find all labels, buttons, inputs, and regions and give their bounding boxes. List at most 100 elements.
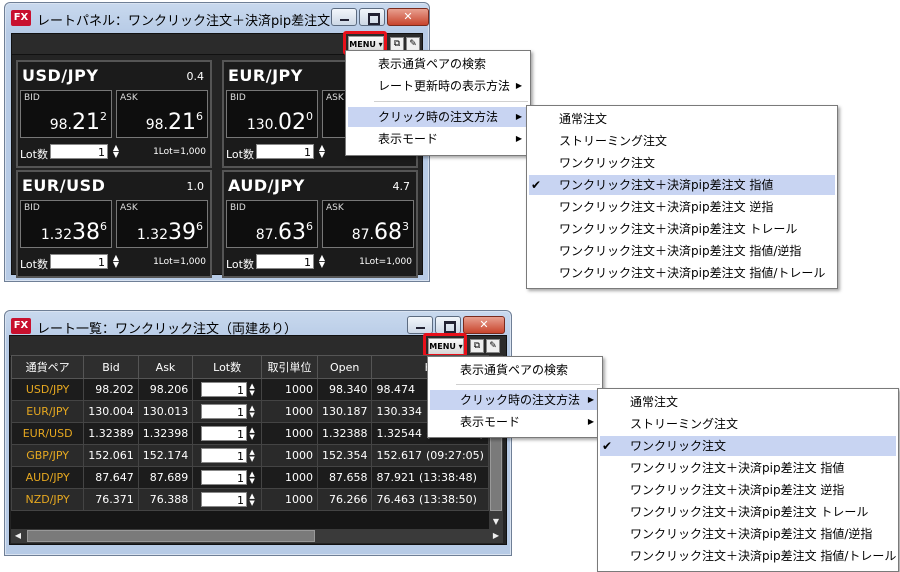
- detach-icon[interactable]: ⧉: [390, 37, 404, 51]
- cell-bid[interactable]: 76.371: [83, 488, 139, 511]
- bid-button[interactable]: BID 87.636: [226, 200, 318, 248]
- submenu-item-3[interactable]: ✔ ワンクリック注文＋決済pip差注文 指値: [529, 175, 835, 195]
- lot-stepper[interactable]: ▲ ▼: [247, 404, 257, 419]
- minimize-button[interactable]: [331, 8, 357, 26]
- bid-button[interactable]: BID 130.020: [226, 90, 318, 138]
- column-header[interactable]: 取引単位: [261, 355, 318, 379]
- ask-button[interactable]: ASK 98.216: [116, 90, 208, 138]
- lot-stepper[interactable]: ▲ ▼: [247, 492, 257, 507]
- scroll-thumb[interactable]: [27, 530, 315, 542]
- lot-input[interactable]: 1: [201, 492, 248, 507]
- maximize-icon: [368, 13, 380, 25]
- submenu-item-0[interactable]: 通常注文: [529, 109, 835, 129]
- close-button[interactable]: ✕: [463, 316, 505, 334]
- menu-item-click-order-method[interactable]: クリック時の注文方法 ▶: [430, 390, 600, 410]
- submenu-item-6[interactable]: ワンクリック注文＋決済pip差注文 指値/逆指: [529, 241, 835, 261]
- cell-bid[interactable]: 87.647: [83, 466, 139, 489]
- lot-stepper[interactable]: ▲ ▼: [110, 254, 122, 269]
- maximize-button[interactable]: [359, 8, 385, 26]
- column-header[interactable]: Open: [316, 355, 373, 379]
- menu-dropdown: 表示通貨ペアの検索 クリック時の注文方法 ▶ 表示モード ▶: [427, 356, 603, 438]
- submenu-item-0[interactable]: 通常注文: [600, 392, 896, 412]
- cell-bid[interactable]: 1.32389: [83, 422, 139, 445]
- ask-button[interactable]: ASK 87.683: [322, 200, 414, 248]
- horizontal-scrollbar[interactable]: ◀ ▶: [11, 529, 503, 543]
- submenu-item-2[interactable]: ✔ ワンクリック注文: [600, 436, 896, 456]
- column-header[interactable]: Bid: [83, 355, 139, 379]
- cell-bid[interactable]: 98.202: [83, 378, 139, 401]
- menu-item-display-mode[interactable]: 表示モード ▶: [430, 412, 600, 432]
- cell-hi: 87.921 (13:38:48): [371, 466, 489, 489]
- table-row[interactable]: EUR/JPY 130.004 130.013 1 ▲ ▼ 1000 130.187 130.3…: [11, 400, 489, 423]
- lot-stepper[interactable]: ▲ ▼: [247, 448, 257, 463]
- cell-unit: 1000: [261, 444, 318, 467]
- table-row[interactable]: EUR/USD 1.32389 1.32398 1 ▲ ▼ 1000 1.32388 1.325…: [11, 422, 489, 445]
- fx-logo-icon: FX: [11, 318, 31, 334]
- settings-icon[interactable]: ✎: [406, 37, 420, 51]
- menu-item-click-order-method[interactable]: クリック時の注文方法 ▶: [348, 107, 528, 127]
- submenu-item-4[interactable]: ワンクリック注文＋決済pip差注文 逆指: [600, 480, 896, 500]
- column-header[interactable]: Ask: [137, 355, 194, 379]
- scroll-left-icon[interactable]: ◀: [11, 529, 25, 543]
- lot-stepper[interactable]: ▲ ▼: [316, 254, 328, 269]
- title-bar[interactable]: FX レートパネル：ワンクリック注文＋決済pip差注文 ... ✕: [5, 3, 429, 33]
- lot-input[interactable]: 1: [201, 470, 248, 485]
- lot-stepper[interactable]: ▲ ▼: [110, 144, 122, 159]
- cell-bid[interactable]: 130.004: [83, 400, 139, 423]
- detach-icon[interactable]: ⧉: [470, 339, 484, 353]
- menu-item-display-mode[interactable]: 表示モード ▶: [348, 129, 528, 149]
- cell-ask[interactable]: 87.689: [137, 466, 194, 489]
- menu-item-update-display[interactable]: レート更新時の表示方法 ▶: [348, 76, 528, 96]
- submenu-item-6[interactable]: ワンクリック注文＋決済pip差注文 指値/逆指: [600, 524, 896, 544]
- close-button[interactable]: ✕: [387, 8, 429, 26]
- submenu-item-3[interactable]: ワンクリック注文＋決済pip差注文 指値: [600, 458, 896, 478]
- lot-stepper[interactable]: ▲ ▼: [247, 426, 257, 441]
- column-header[interactable]: 通貨ペア: [11, 355, 85, 379]
- cell-ask[interactable]: 1.32398: [137, 422, 194, 445]
- submenu-item-1[interactable]: ストリーミング注文: [600, 414, 896, 434]
- lot-input[interactable]: 1: [201, 426, 248, 441]
- table-row[interactable]: NZD/JPY 76.371 76.388 1 ▲ ▼ 1000 76.266 76.463 (1…: [11, 488, 489, 511]
- lot-input[interactable]: 1: [201, 404, 248, 419]
- column-header[interactable]: Lot数: [192, 355, 263, 379]
- lot-stepper[interactable]: ▲ ▼: [247, 470, 257, 485]
- cell-ask[interactable]: 130.013: [137, 400, 194, 423]
- maximize-button[interactable]: [435, 316, 461, 334]
- table-row[interactable]: GBP/JPY 152.061 152.174 1 ▲ ▼ 1000 152.354 152.6…: [11, 444, 489, 467]
- submenu-item-5[interactable]: ワンクリック注文＋決済pip差注文 トレール: [600, 502, 896, 522]
- minimize-button[interactable]: [407, 316, 433, 334]
- lot-input[interactable]: 1: [256, 254, 314, 269]
- ask-button[interactable]: ASK 1.32396: [116, 200, 208, 248]
- lot-input[interactable]: 1: [50, 144, 108, 159]
- lot-row: Lot数 1 ▲ ▼ 1Lot=1,000: [20, 254, 208, 272]
- menu-item-search-pair[interactable]: 表示通貨ペアの検索: [430, 360, 600, 380]
- lot-input[interactable]: 1: [201, 448, 248, 463]
- cell-bid[interactable]: 152.061: [83, 444, 139, 467]
- cell-pair: USD/JPY: [11, 378, 85, 401]
- menu-item-search-pair[interactable]: 表示通貨ペアの検索: [348, 54, 528, 74]
- bid-button[interactable]: BID 1.32386: [20, 200, 112, 248]
- table-row[interactable]: AUD/JPY 87.647 87.689 1 ▲ ▼ 1000 87.658 87.921 (1…: [11, 466, 489, 489]
- scroll-right-icon[interactable]: ▶: [489, 529, 503, 543]
- bid-button[interactable]: BID 98.212: [20, 90, 112, 138]
- submenu-item-1[interactable]: ストリーミング注文: [529, 131, 835, 151]
- lot-input[interactable]: 1: [201, 382, 248, 397]
- lot-stepper[interactable]: ▲ ▼: [316, 144, 328, 159]
- lot-input[interactable]: 1: [50, 254, 108, 269]
- settings-icon[interactable]: ✎: [486, 339, 500, 353]
- cell-ask[interactable]: 152.174: [137, 444, 194, 467]
- table-row[interactable]: USD/JPY 98.202 98.206 1 ▲ ▼ 1000 98.340 98.474: [11, 378, 489, 401]
- submenu-item-7[interactable]: ワンクリック注文＋決済pip差注文 指値/トレール: [600, 546, 896, 566]
- submenu-item-2[interactable]: ワンクリック注文: [529, 153, 835, 173]
- cell-unit: 1000: [261, 466, 318, 489]
- submenu-item-5[interactable]: ワンクリック注文＋決済pip差注文 トレール: [529, 219, 835, 239]
- cell-ask[interactable]: 98.206: [137, 378, 194, 401]
- scroll-down-icon[interactable]: ▼: [489, 515, 503, 529]
- lot-input[interactable]: 1: [256, 144, 314, 159]
- cell-ask[interactable]: 76.388: [137, 488, 194, 511]
- spread-value: 4.7: [392, 180, 411, 193]
- lot-stepper[interactable]: ▲ ▼: [247, 382, 257, 397]
- submenu-item-4[interactable]: ワンクリック注文＋決済pip差注文 逆指: [529, 197, 835, 217]
- pair-name: EUR/JPY: [228, 66, 303, 85]
- submenu-item-7[interactable]: ワンクリック注文＋決済pip差注文 指値/トレール: [529, 263, 835, 283]
